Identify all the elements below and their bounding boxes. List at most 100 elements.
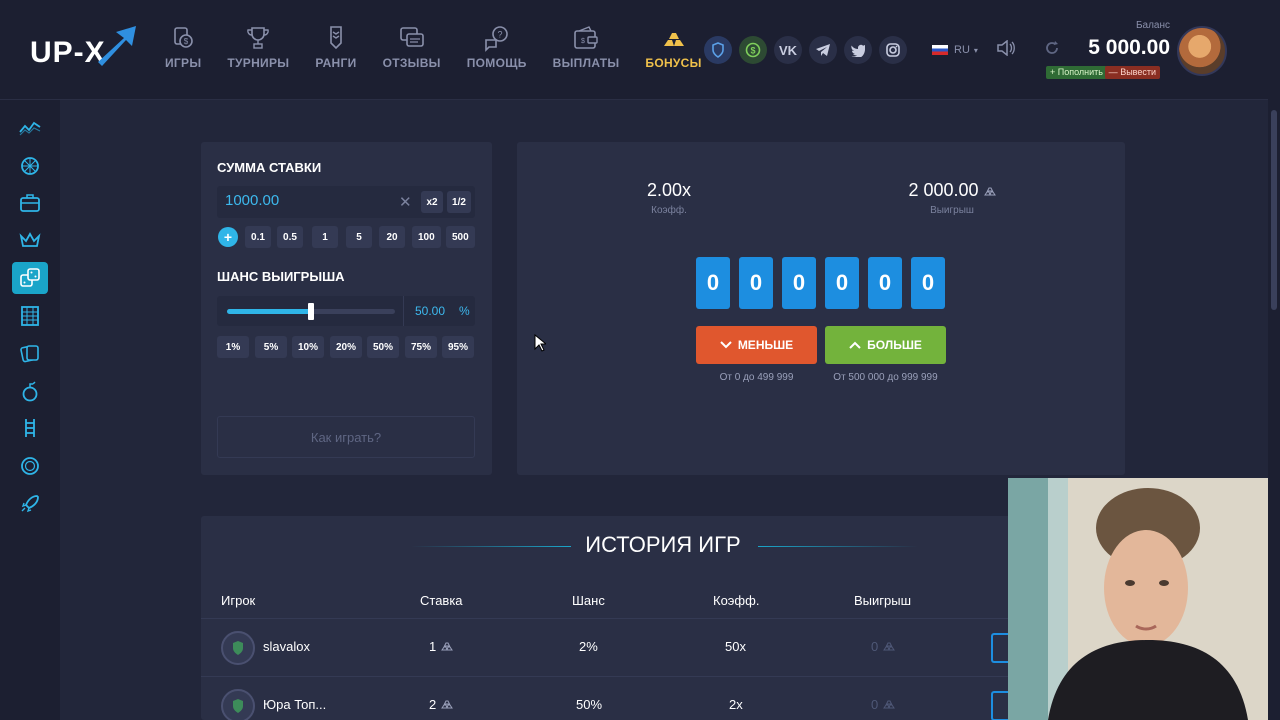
double-button[interactable]: x2 [421,191,443,213]
win-value: 2 000.00 [908,180,979,200]
chip-5[interactable]: 5 [346,226,372,248]
chip-0.5[interactable]: 0.5 [277,226,303,248]
withdraw-label: Вывести [1120,67,1156,77]
scroll-thumb[interactable] [1271,110,1277,310]
logo-arrow-icon [98,26,136,66]
column-chance: Шанс [572,593,605,608]
ladder-icon[interactable] [12,412,48,444]
chip-1[interactable]: 1 [312,226,338,248]
divider [403,296,404,326]
bet-cell: 2 [429,697,454,712]
pct-chip-10[interactable]: 10% [292,336,324,358]
pct-chip-95[interactable]: 95% [442,336,474,358]
gold-bars-icon [440,700,453,709]
sidebar [0,100,60,720]
less-button[interactable]: МЕНЬШЕ [696,326,817,364]
help-icon: ? [484,26,508,52]
nav-payouts[interactable]: $ ВЫПЛАТЫ [553,24,620,70]
clear-icon[interactable]: ✕ [399,193,412,211]
table-row[interactable]: slavalox 1 2% 50x 0 [201,618,1125,676]
refresh-icon[interactable] [1044,40,1060,56]
page-scrollbar[interactable] [1268,0,1280,720]
nav-bonuses-label: БОНУСЫ [645,56,702,70]
divider [758,546,918,547]
dice-icon[interactable] [12,262,48,294]
nav-games[interactable]: $ ИГРЫ [165,24,201,70]
bet-amount-input[interactable] [225,192,385,209]
nav-reviews[interactable]: ОТЗЫВЫ [383,24,441,70]
chevron-up-icon [849,341,861,349]
telegram-icon[interactable] [809,36,837,64]
how-to-play-button[interactable]: Как играть? [217,416,475,458]
grid-icon[interactable] [12,300,48,332]
chip-100[interactable]: 100 [412,226,441,248]
speaker-icon[interactable] [996,38,1016,61]
chip-20[interactable]: 20 [379,226,405,248]
pct-chip-20[interactable]: 20% [330,336,362,358]
rocket-icon[interactable] [12,487,48,519]
social-links: $ VK RU ▾ [704,36,1016,64]
coefficient-label: Коэфф. [651,205,687,216]
more-button[interactable]: БОЛЬШЕ [825,326,946,364]
pct-chip-75[interactable]: 75% [405,336,437,358]
vk-icon[interactable]: VK [774,36,802,64]
coef-cell: 2x [729,697,743,712]
chance-slider-thumb[interactable] [308,303,314,320]
instagram-icon[interactable] [879,36,907,64]
chance-unit: % [459,304,470,318]
less-label: МЕНЬШЕ [737,338,794,352]
nav-tournaments[interactable]: ТУРНИРЫ [227,24,289,70]
chart-icon[interactable] [12,112,48,144]
bet-amount-field: ✕ x2 1/2 [217,186,475,218]
nav-help[interactable]: ? ПОМОЩЬ [467,24,527,70]
coin-icon[interactable] [12,450,48,482]
cards-icon[interactable] [12,337,48,369]
shield-icon[interactable] [704,36,732,64]
webcam-overlay [1008,478,1280,720]
wheel-icon[interactable] [12,150,48,182]
withdraw-button[interactable]: — Вывести [1104,66,1160,79]
nav-games-label: ИГРЫ [165,56,202,70]
result-digit: 0 [911,257,945,309]
topup-button[interactable]: + Пополнить [1046,66,1107,79]
trophy-icon [247,27,270,49]
dollar-icon[interactable]: $ [739,36,767,64]
player-name[interactable]: slavalox [263,639,310,654]
bomb-icon[interactable] [12,375,48,407]
crown-icon[interactable] [12,224,48,256]
win-cell: 0 [871,639,896,654]
chance-slider[interactable] [227,303,395,320]
chip-0.1[interactable]: 0.1 [245,226,271,248]
gold-bars-icon [440,642,453,651]
mouse-cursor-icon [534,334,546,352]
pct-chip-5[interactable]: 5% [255,336,287,358]
nav-payouts-label: ВЫПЛАТЫ [552,56,620,70]
svg-text:?: ? [497,30,502,40]
user-avatar[interactable] [1177,26,1227,76]
case-icon[interactable] [12,187,48,219]
logo[interactable]: UP-X [30,26,140,74]
ranks-icon [330,26,342,50]
column-coef: Коэфф. [713,593,760,608]
column-win: Выигрыш [854,593,912,608]
plus-button[interactable]: + [218,227,238,247]
column-bet: Ставка [420,593,463,608]
payouts-icon: $ [574,26,598,49]
pct-chip-1[interactable]: 1% [217,336,249,358]
chip-500[interactable]: 500 [446,226,475,248]
chance-cell: 50% [576,697,603,712]
less-range: От 0 до 499 999 [719,372,794,383]
table-row[interactable]: Юра Топ... 2 50% 2x 0 [201,676,1125,720]
half-button[interactable]: 1/2 [447,191,471,213]
language-select[interactable]: RU ▾ [932,44,978,56]
player-name[interactable]: Юра Топ... [263,697,326,712]
win-chance-title: ШАНС ВЫИГРЫША [217,269,345,284]
gold-bars-icon [882,700,895,709]
nav-ranks[interactable]: РАНГИ [315,24,356,70]
coef-cell: 50x [725,639,746,654]
top-header: UP-X $ ИГРЫ ТУРНИРЫ РАНГИ ОТЗЫВЫ ? ПОМОЩ… [0,0,1280,100]
twitter-icon[interactable] [844,36,872,64]
nav-bonuses[interactable]: БОНУСЫ [645,24,701,70]
chance-value[interactable]: 50.00 [415,304,445,318]
pct-chip-50[interactable]: 50% [367,336,399,358]
